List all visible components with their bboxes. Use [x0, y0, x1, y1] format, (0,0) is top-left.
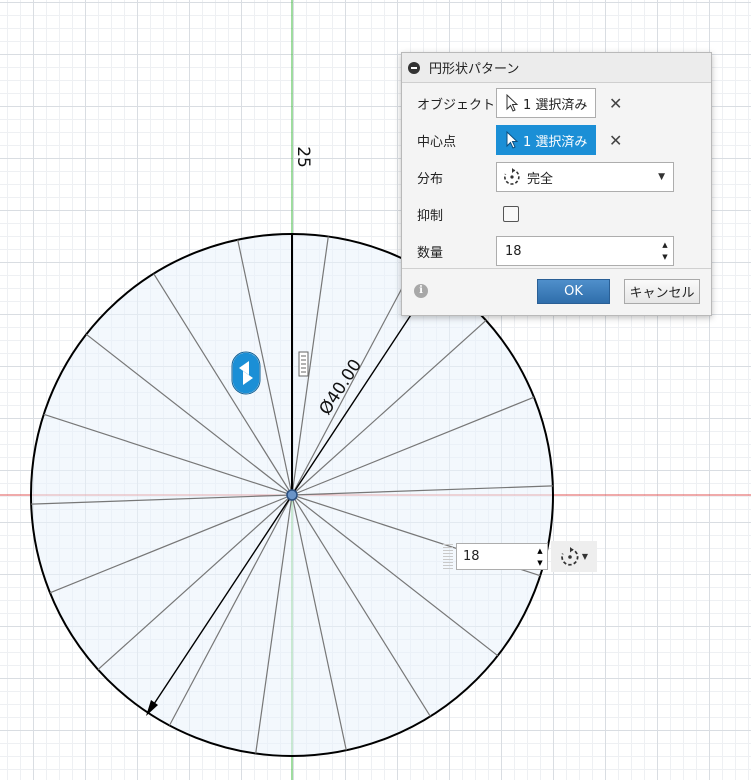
dialog-title: 円形状パターン [429, 62, 520, 77]
row-center: 中心点 1 選択済み ✕ [402, 123, 711, 157]
canvas-quantity-input[interactable] [461, 548, 535, 565]
increment-icon[interactable]: ▲ [534, 545, 546, 557]
row-distribution: 分布 完全 ▼ [402, 160, 711, 194]
flip-direction-manipulator-icon[interactable] [231, 351, 261, 395]
quantity-stepper[interactable]: ▲ ▼ [496, 236, 674, 266]
dialog-header: 円形状パターン [402, 53, 711, 83]
circular-pattern-dialog: 円形状パターン オブジェクト 1 選択済み ✕ 中心点 1 選択済み ✕ 分布 [401, 52, 712, 316]
chevron-down-icon: ▼ [658, 172, 665, 182]
clear-center-icon[interactable]: ✕ [609, 131, 622, 150]
top-dimension-text[interactable]: 25 [293, 146, 313, 168]
cancel-button[interactable]: キャンセル [624, 279, 700, 304]
suppress-checkbox[interactable] [503, 206, 519, 222]
info-icon[interactable]: i [414, 284, 428, 298]
suppress-label: 抑制 [417, 208, 444, 224]
center-label: 中心点 [417, 134, 457, 150]
object-select-button[interactable]: 1 選択済み [496, 88, 596, 118]
constraint-glyph-icon [298, 351, 309, 377]
full-rotation-icon [504, 168, 520, 185]
center-point-icon[interactable] [286, 489, 298, 501]
object-label: オブジェクト [417, 97, 496, 113]
row-object: オブジェクト 1 選択済み ✕ [402, 86, 711, 120]
ok-button[interactable]: OK [537, 279, 610, 304]
drag-handle[interactable] [443, 544, 453, 570]
decrement-icon[interactable]: ▼ [659, 251, 671, 263]
full-rotation-icon [561, 546, 579, 566]
svg-text:25: 25 [293, 146, 313, 168]
increment-icon[interactable]: ▲ [659, 239, 671, 251]
row-quantity: 数量 ▲ ▼ [402, 234, 711, 268]
distribution-quick-dropdown[interactable]: ▼ [551, 541, 597, 572]
object-select-value: 1 選択済み [523, 97, 588, 113]
row-suppress: 抑制 [402, 197, 711, 231]
center-select-value: 1 選択済み [523, 134, 588, 150]
decrement-icon[interactable]: ▼ [534, 557, 546, 569]
distribution-dropdown[interactable]: 完全 ▼ [496, 162, 674, 192]
dialog-footer: i OK キャンセル [402, 268, 711, 315]
cursor-arrow-icon [506, 131, 519, 149]
center-select-button[interactable]: 1 選択済み [496, 125, 596, 155]
clear-object-icon[interactable]: ✕ [609, 94, 622, 113]
cursor-arrow-icon [506, 94, 519, 112]
distribution-value: 完全 [527, 171, 554, 187]
distribution-label: 分布 [417, 171, 444, 187]
canvas-quantity-stepper[interactable]: ▲ ▼ [456, 543, 548, 570]
quantity-label: 数量 [417, 245, 444, 261]
chevron-down-icon: ▼ [581, 552, 589, 561]
canvas-quantity-widget: ▲ ▼ ▼ [443, 541, 603, 572]
collapse-icon[interactable] [408, 61, 420, 74]
quantity-input[interactable] [503, 242, 647, 260]
